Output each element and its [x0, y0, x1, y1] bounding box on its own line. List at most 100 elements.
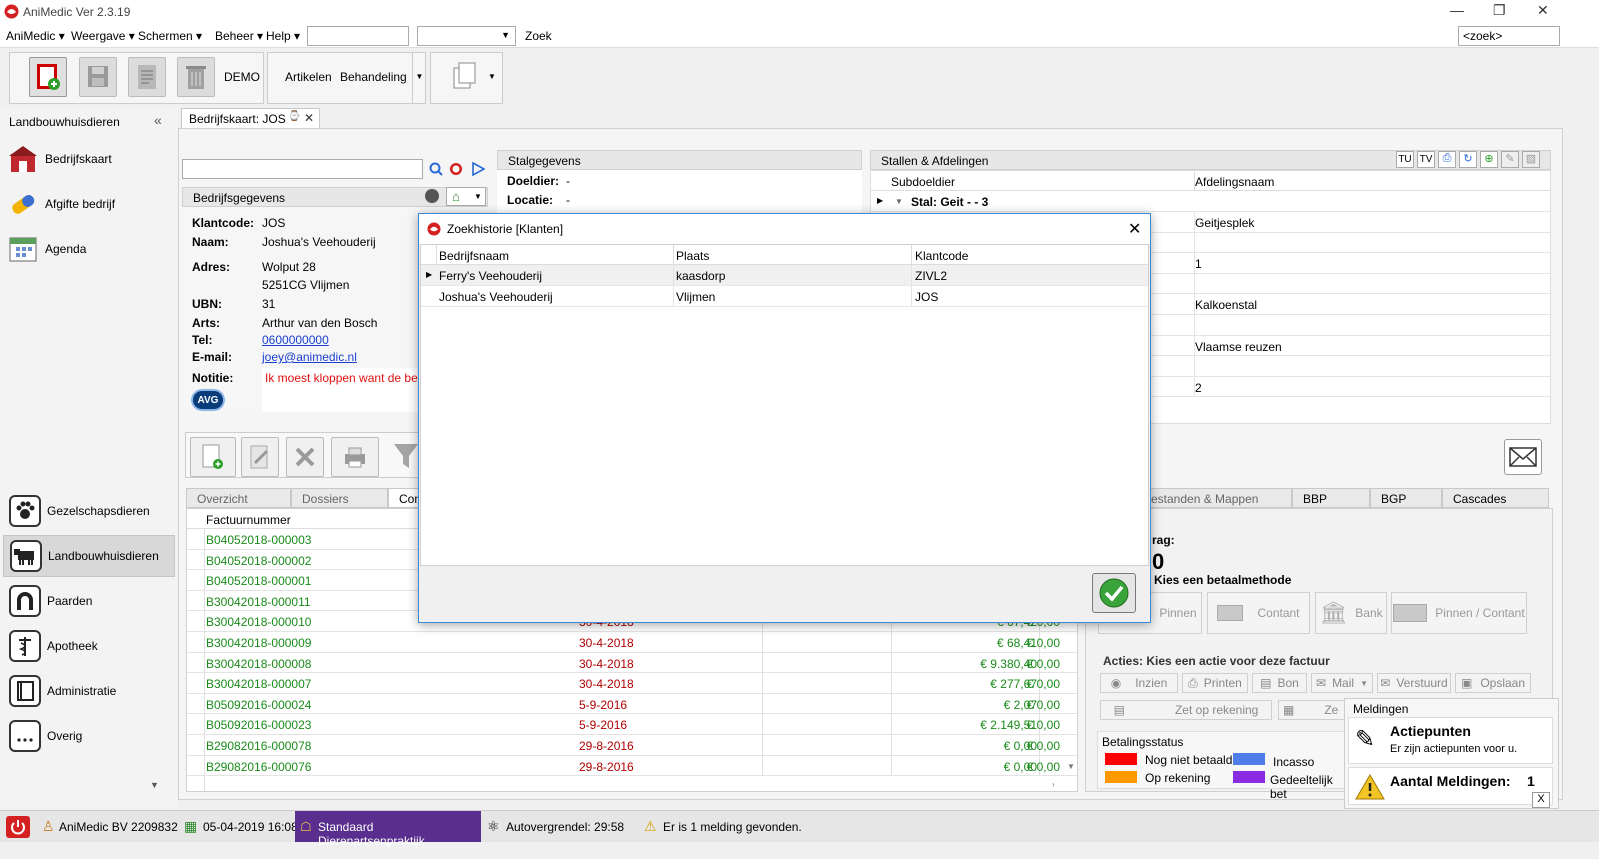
sidebar-item-bedrijfskaart[interactable]: Bedrijfskaart	[8, 138, 173, 180]
demo-label[interactable]: DEMO	[224, 70, 260, 84]
pin-icon[interactable]: ⌚	[288, 111, 300, 122]
close-tab-icon[interactable]: ✕	[304, 111, 314, 125]
sidebar-expand-icon[interactable]: ▼	[150, 780, 159, 790]
new-invoice-button[interactable]	[190, 437, 236, 477]
add-icon[interactable]: ⊕	[1480, 151, 1498, 168]
invoice-row[interactable]: B05092016-000024 5-9-2016 € 2,07 € 0,00	[187, 693, 1077, 715]
practice-badge[interactable]: ☖ Standaard Dierenartsenpraktijk	[295, 811, 481, 848]
nav-paarden[interactable]: Paarden	[3, 580, 175, 622]
menu-search-select[interactable]: ▼	[417, 26, 516, 46]
tab-bedrijfskaart[interactable]: Bedrijfskaart: JOS ⌚ ✕	[181, 108, 320, 128]
invoice-row[interactable]: B30042018-000008 30-4-2018 € 9.380,40 € 0,0…	[187, 652, 1077, 674]
aantal-meldingen-item[interactable]: Aantal Meldingen: 1	[1348, 767, 1553, 805]
save-button[interactable]	[79, 57, 117, 97]
notes-button[interactable]	[128, 57, 166, 97]
sidebar-item-agenda[interactable]: Agenda	[8, 228, 173, 270]
quick-search-input[interactable]: <zoek>	[1458, 26, 1560, 46]
opslaan-button[interactable]: ▣ Opslaan	[1455, 673, 1531, 693]
tab-bestanden-mappen[interactable]: estanden & Mappen	[1140, 488, 1292, 508]
print-invoice-button[interactable]	[331, 437, 379, 477]
dialog-row[interactable]: Joshua's Veehouderij Vlijmen JOS	[421, 286, 1148, 307]
tel-link[interactable]: 0600000000	[262, 333, 329, 347]
play-icon[interactable]	[471, 162, 485, 176]
delete-button[interactable]	[177, 57, 215, 97]
invoice-row[interactable]: B30042018-000009 30-4-2018 € 68,41 € 0,00	[187, 632, 1077, 653]
delete-invoice-button[interactable]	[286, 437, 324, 477]
edit-icon[interactable]: ✎	[1501, 151, 1519, 168]
tab-dossiers[interactable]: Dossiers	[291, 488, 388, 508]
tv-button[interactable]: TV	[1417, 151, 1435, 168]
artikelen-button[interactable]: Artikelen	[285, 70, 332, 84]
col-subdoeldier[interactable]: Subdoeldier	[891, 175, 955, 189]
invoice-row[interactable]: B29082016-000078 29-8-2016 € 0,00 € 0,00	[187, 735, 1077, 756]
trash-icon[interactable]: ▧	[1522, 151, 1540, 168]
dialog-row[interactable]: ▶ Ferry's Veehouderij kaasdorp ZIVL2	[421, 265, 1148, 286]
behandeling-button[interactable]: Behandeling	[340, 70, 407, 84]
copy-button[interactable]	[450, 61, 484, 95]
col-bedrijfsnaam[interactable]: Bedrijfsnaam	[439, 249, 509, 263]
col-plaats[interactable]: Plaats	[676, 249, 709, 263]
verstuurd-button[interactable]: ✉ Verstuurd	[1377, 673, 1451, 693]
menu-schermen[interactable]: Schermen ▾	[138, 29, 202, 43]
zet-op-rekening-button[interactable]: ▤ Zet op rekening	[1100, 700, 1272, 720]
new-document-button[interactable]	[29, 57, 67, 97]
inzien-button[interactable]: ◉ Inzien	[1100, 673, 1178, 693]
scroll-right-icon[interactable]: ›	[1052, 780, 1055, 789]
nav-landbouwhuisdieren[interactable]: Landbouwhuisdieren	[3, 535, 175, 577]
stal-group-row[interactable]: ▶ ▼ Stal: Geit - - 3	[871, 191, 1550, 212]
tu-button[interactable]: TU	[1396, 151, 1414, 168]
actiepunten-item[interactable]: ✎ Actiepunten Er zijn actiepunten voor u…	[1348, 717, 1553, 764]
notitie-field[interactable]: Ik moest kloppen want de bel do	[262, 368, 422, 412]
bon-button[interactable]: ▤ Bon	[1252, 673, 1307, 693]
tab-bgp[interactable]: BGP	[1370, 488, 1442, 508]
tab-overzicht[interactable]: Overzicht	[186, 488, 291, 508]
sidebar-item-afgifte-bedrijf[interactable]: Afgifte bedrijf	[8, 183, 173, 225]
nav-gezelschapsdieren[interactable]: Gezelschapsdieren	[3, 490, 175, 532]
col-klantcode[interactable]: Klantcode	[915, 249, 968, 263]
invoice-row[interactable]: B30042018-000007 30-4-2018 € 277,67 € 0,00	[187, 673, 1077, 694]
dialog-close-icon[interactable]: ✕	[1128, 219, 1141, 239]
power-button[interactable]	[6, 816, 30, 838]
menu-help[interactable]: Help ▾	[266, 29, 300, 43]
ze-button[interactable]: ▦ Ze	[1278, 700, 1354, 720]
history-icon[interactable]	[449, 162, 463, 176]
invoice-row[interactable]: B05092016-000023 5-9-2016 € 2.149,51 € 0,00	[187, 714, 1077, 735]
meldingen-close-button[interactable]: X	[1532, 792, 1550, 808]
home-button[interactable]: ⌂ ▼	[446, 187, 486, 206]
refresh-icon[interactable]: ↻	[1459, 151, 1477, 168]
pay-pinnen-contant-button[interactable]: Pinnen / Contant	[1391, 592, 1527, 634]
collapse-icon[interactable]: ▼	[895, 197, 903, 206]
collapse-sidebar-icon[interactable]: «	[154, 112, 162, 128]
search-icon[interactable]	[429, 162, 443, 176]
email-link[interactable]: joey@animedic.nl	[262, 350, 357, 364]
search-label[interactable]: Zoek	[525, 29, 552, 43]
pay-bank-button[interactable]: 🏛 Bank	[1315, 592, 1387, 634]
menu-beheer[interactable]: Beheer ▾	[215, 29, 263, 43]
tab-cascades[interactable]: Cascades	[1442, 488, 1549, 508]
invoice-row[interactable]: B29082016-000076 29-8-2016 € 0,00 € 0,00	[187, 755, 1077, 777]
menu-animedic[interactable]: AniMedic ▾	[6, 29, 65, 43]
menu-search-input[interactable]	[307, 26, 409, 46]
copy-dropdown-icon[interactable]: ▼	[488, 72, 496, 81]
mail-button[interactable]	[1504, 439, 1542, 475]
nav-overig[interactable]: Overig	[3, 715, 175, 757]
toolbar-dropdown-icon[interactable]: ▼	[412, 52, 426, 104]
close-window-icon[interactable]: ✕	[1537, 2, 1549, 19]
printen-button[interactable]: ⎙ Printen	[1182, 673, 1248, 693]
minimize-icon[interactable]: —	[1450, 2, 1464, 18]
nav-administratie[interactable]: Administratie	[3, 670, 175, 712]
client-search-input[interactable]	[182, 159, 423, 179]
col-afdelingsnaam[interactable]: Afdelingsnaam	[1195, 175, 1274, 189]
nav-apotheek[interactable]: Apotheek	[3, 625, 175, 667]
menu-weergave[interactable]: Weergave ▾	[71, 29, 135, 43]
scroll-down-icon[interactable]: ▼	[1067, 762, 1075, 771]
tab-bbp[interactable]: BBP	[1292, 488, 1370, 508]
avg-badge[interactable]: AVG	[191, 389, 225, 411]
dialog-confirm-button[interactable]	[1092, 573, 1136, 613]
print-icon[interactable]: ⎙	[1438, 151, 1456, 168]
mail-action-button[interactable]: ✉ Mail ▼	[1311, 673, 1373, 693]
restore-icon[interactable]: ❐	[1493, 2, 1506, 19]
edit-invoice-button[interactable]	[241, 437, 279, 477]
status-message[interactable]: Er is 1 melding gevonden.	[663, 820, 802, 834]
pay-contant-button[interactable]: Contant	[1207, 592, 1310, 634]
